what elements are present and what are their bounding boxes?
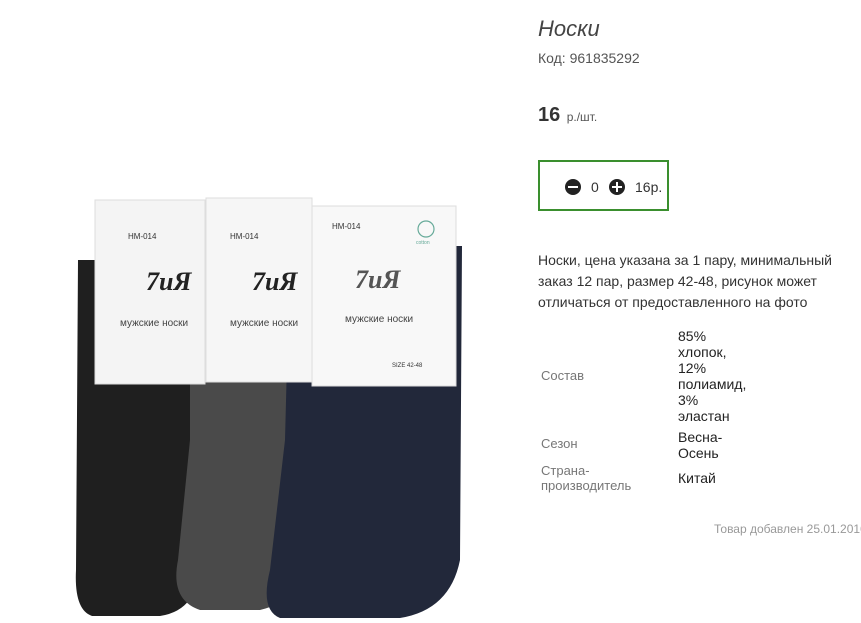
product-code: Код: 961835292 (538, 50, 640, 66)
attr-label-country: Страна- производитель (541, 463, 632, 493)
tag-cotton: cotton (416, 240, 430, 246)
tag-code-1: HM-014 (128, 232, 157, 241)
attr-label-season: Сезон (541, 436, 578, 451)
tag-subtitle-3: мужские носки (345, 314, 413, 325)
tag-size: SIZE 42-48 (392, 363, 423, 369)
product-photo[interactable]: HM-014 HM-014 HM-014 7иЯ 7иЯ 7иЯ мужские… (40, 140, 520, 618)
product-title: Носки (538, 16, 600, 41)
product-price: 16 р./шт. (538, 104, 597, 127)
quantity-total: 16р. (635, 179, 663, 195)
tag-subtitle-2: мужские носки (230, 318, 298, 329)
tag-brand-1: 7иЯ (146, 267, 192, 296)
attr-label-composition: Состав (541, 368, 585, 383)
minus-circle-icon[interactable] (565, 179, 581, 195)
price-unit: р./шт. (566, 110, 598, 124)
added-date: Товар добавлен 25.01.2016 (714, 522, 861, 536)
attr-value-country: Китай (678, 470, 716, 486)
quantity-count: 0 (591, 179, 599, 195)
tag-subtitle-1: мужские носки (120, 318, 188, 329)
tag-code-3: HM-014 (332, 222, 361, 231)
tag-brand-3: 7иЯ (355, 265, 401, 294)
product-description: Носки, цена указана за 1 пару, минимальн… (538, 252, 832, 310)
tag-brand-2: 7иЯ (252, 267, 298, 296)
attr-value-season: Весна- Осень (678, 429, 723, 461)
socks-image: HM-014 HM-014 HM-014 7иЯ 7иЯ 7иЯ мужские… (75, 197, 462, 618)
quantity-stepper: 0 16р. (538, 160, 669, 211)
price-value: 16 (538, 104, 561, 126)
tag-code-2: HM-014 (230, 232, 259, 241)
attr-value-composition: 85% хлопок, 12% полиамид, 3% эластан (678, 328, 747, 424)
plus-circle-icon[interactable] (609, 179, 625, 195)
